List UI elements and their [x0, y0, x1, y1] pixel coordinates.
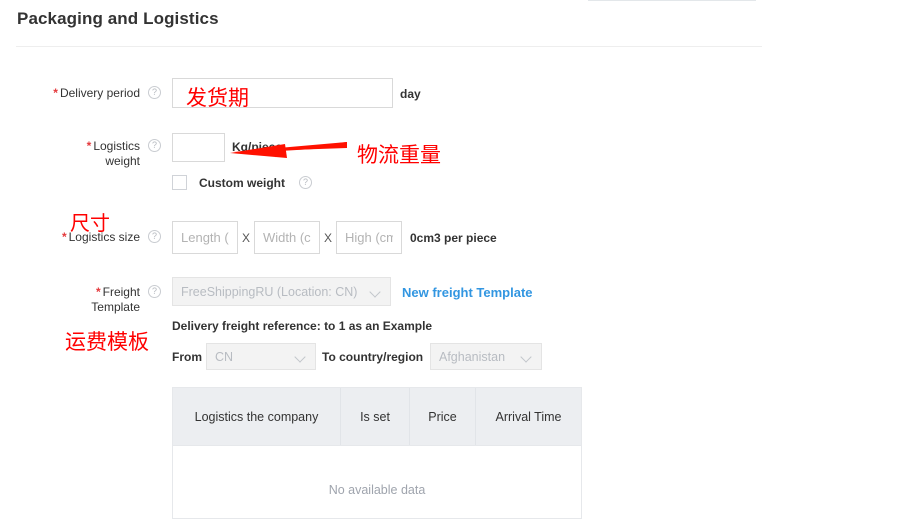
annotation-logistics-weight: 物流重量 — [357, 143, 441, 167]
logistics-size-help-icon[interactable]: ? — [148, 230, 161, 243]
logistics-weight-unit: Kg/piece — [232, 140, 283, 154]
custom-weight-label: Custom weight — [199, 176, 285, 190]
table-empty-state: No available data — [328, 483, 426, 497]
logistics-weight-label-line1: Logistics — [93, 139, 140, 153]
logistics-size-volume-text: 0cm3 per piece — [410, 231, 497, 245]
required-marker: * — [53, 86, 58, 100]
page-title: Packaging and Logistics — [17, 9, 219, 28]
to-country-select-value: Afghanistan — [439, 349, 506, 364]
required-marker: * — [61, 230, 67, 244]
logistics-size-high-input[interactable] — [336, 221, 402, 254]
freight-template-help-icon[interactable]: ? — [148, 285, 161, 298]
logistics-size-label-text: Logistics size — [68, 230, 140, 244]
delivery-freight-reference-text: Delivery freight reference: to 1 as an E… — [172, 319, 433, 333]
chevron-down-icon — [295, 351, 307, 363]
delivery-period-unit: day — [400, 87, 421, 101]
previous-section-table-remnant — [588, 0, 756, 1]
table-header-row: Logistics the company Is set Price Arriv… — [173, 388, 581, 446]
to-country-select[interactable]: Afghanistan — [430, 343, 542, 370]
chevron-down-icon — [370, 286, 382, 298]
logistics-size-width-input[interactable] — [254, 221, 320, 254]
logistics-size-label: * Logistics size — [22, 230, 140, 245]
delivery-period-label: * Delivery period — [22, 86, 140, 101]
freight-template-label: * Freight Template — [22, 285, 140, 315]
logistics-weight-help-icon[interactable]: ? — [148, 139, 161, 152]
logistics-weight-input[interactable] — [172, 133, 225, 162]
from-country-select[interactable]: CN — [206, 343, 316, 370]
delivery-period-label-text: Delivery period — [59, 86, 140, 100]
size-separator-2: X — [324, 231, 333, 245]
chevron-down-icon — [521, 351, 533, 363]
logistics-size-length-input[interactable] — [172, 221, 238, 254]
delivery-period-input[interactable] — [172, 78, 393, 108]
logistics-weight-label-line2: weight — [105, 154, 140, 168]
from-country-select-value: CN — [215, 349, 234, 364]
table-header-cell-arrival-time: Arrival Time — [495, 409, 562, 424]
delivery-period-help-icon[interactable]: ? — [148, 86, 161, 99]
freight-template-select[interactable]: FreeShippingRU (Location: CN) — [172, 277, 391, 306]
from-label: From — [172, 350, 202, 364]
table-header-cell-is-set: Is set — [341, 388, 410, 445]
custom-weight-help-icon[interactable]: ? — [299, 176, 312, 189]
freight-template-label-line1: Freight — [102, 285, 140, 299]
required-marker: * — [95, 285, 101, 299]
annotation-freight-template: 运费模板 — [65, 330, 149, 354]
title-divider — [16, 46, 762, 47]
freight-reference-table: Logistics the company Is set Price Arriv… — [172, 387, 582, 519]
custom-weight-checkbox[interactable] — [172, 175, 187, 190]
table-header-cell-price: Price — [410, 388, 476, 445]
table-header-cell-company: Logistics the company — [173, 388, 341, 445]
new-freight-template-link[interactable]: New freight Template — [402, 285, 533, 300]
freight-template-label-line2: Template — [91, 300, 140, 314]
logistics-weight-label: * Logistics weight — [22, 139, 140, 169]
size-separator-1: X — [242, 231, 251, 245]
required-marker: * — [86, 139, 92, 153]
freight-template-select-value: FreeShippingRU (Location: CN) — [181, 284, 358, 299]
to-country-label: To country/region — [322, 350, 424, 364]
